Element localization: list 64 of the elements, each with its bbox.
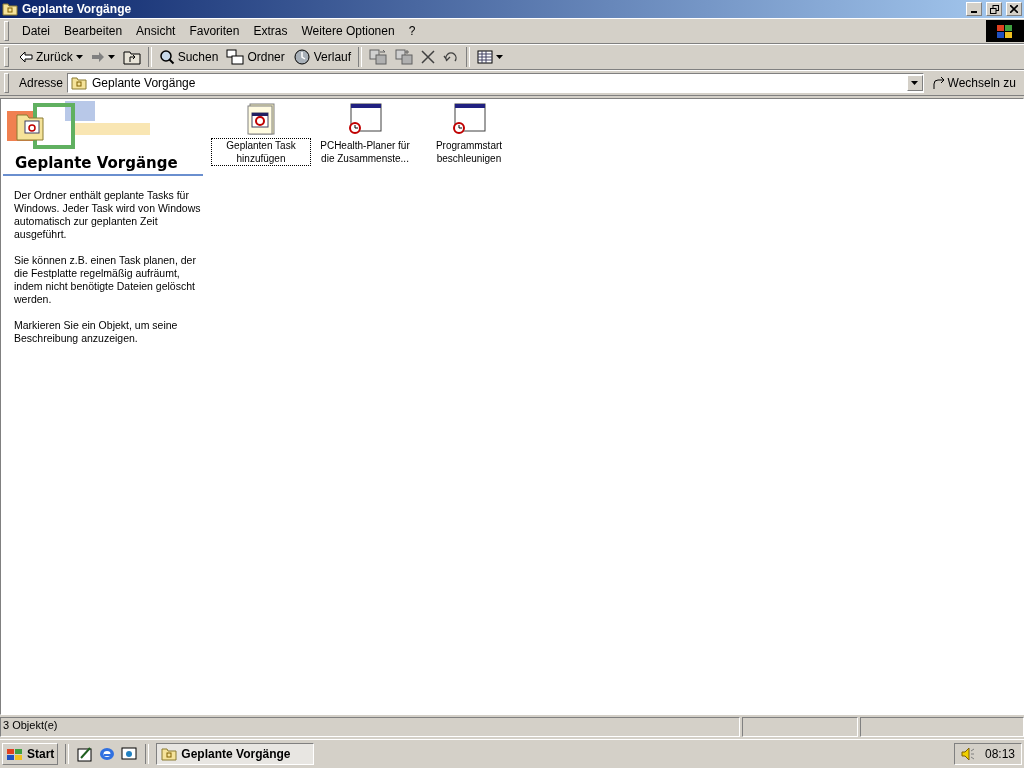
add-task-icon (247, 103, 275, 135)
file-label[interactable]: PCHealth-Planer für die Zusammenste... (315, 138, 415, 166)
menu-item[interactable]: Favoriten (182, 22, 247, 40)
status-text: 3 Objekt(e) (0, 717, 740, 737)
caret-icon (75, 55, 83, 59)
copy-to-icon (395, 49, 414, 65)
windows-logo (986, 20, 1024, 42)
globe-clock-icon (292, 49, 311, 65)
caret-icon (107, 55, 115, 59)
go-button[interactable]: Wechseln zu (923, 76, 1024, 90)
folder-up-icon (122, 49, 141, 65)
menu-item[interactable]: Bearbeiten (57, 22, 130, 40)
desktop-icon (77, 746, 94, 762)
window-folder-icon (2, 2, 18, 16)
search-button[interactable]: Suchen (154, 47, 223, 67)
taskbar-window-button[interactable]: Geplante Vorgänge (156, 743, 315, 765)
folders-icon (226, 49, 245, 65)
menu-item[interactable]: Ansicht (129, 22, 183, 40)
file-label[interactable]: Geplanten Task hinzufügen (211, 138, 311, 166)
windows-flag-icon (6, 747, 24, 761)
move-to-icon (369, 49, 388, 65)
menu-item[interactable]: ? (401, 22, 423, 40)
folder-icon (71, 76, 88, 90)
forward-arrow-icon (90, 51, 105, 63)
speaker-icon[interactable] (960, 747, 975, 761)
address-label: Adresse (18, 76, 65, 90)
close-icon (1010, 5, 1018, 13)
back-button[interactable]: Zurück (15, 48, 87, 66)
menu-item[interactable]: Datei (15, 22, 57, 40)
caret-icon (496, 55, 504, 59)
channels-icon (121, 746, 138, 762)
minimize-button[interactable] (966, 2, 982, 16)
folder-icon (161, 747, 178, 761)
quick-launch-button[interactable] (76, 745, 95, 763)
pane-title: Geplante Vorgänge (15, 154, 178, 172)
clock: 08:13 (984, 747, 1015, 761)
restore-button[interactable] (986, 2, 1002, 16)
menu-item[interactable]: Extras (246, 22, 295, 40)
menu-item[interactable]: Weitere Optionen (294, 22, 402, 40)
window-clock-icon (452, 103, 486, 135)
start-button[interactable]: Start (2, 743, 59, 765)
folders-button[interactable]: Ordner (222, 47, 289, 67)
views-grid-icon (477, 50, 494, 64)
quick-launch-button[interactable] (120, 745, 139, 763)
window-clock-icon (348, 103, 382, 135)
quick-launch-button[interactable] (98, 745, 117, 763)
undo-icon (443, 51, 460, 63)
search-icon (158, 49, 175, 65)
restore-icon (989, 4, 999, 14)
description-text: Markieren Sie ein Objekt, um seine Beschreibung anzuzeigen. (14, 319, 179, 345)
go-arrow-icon (931, 76, 946, 90)
address-value: Geplante Vorgänge (92, 76, 196, 90)
back-arrow-icon (19, 51, 33, 63)
description-text: Sie können z.B. einen Task planen, der die Festplatte regelmäßig aufräumt, indem nicht benötigte Dateien gelöscht werden. (14, 254, 197, 306)
caret-icon (911, 81, 918, 85)
browser-e-icon (99, 746, 116, 762)
history-button[interactable]: Verlauf (288, 47, 356, 67)
delete-icon (421, 50, 436, 64)
address-field[interactable]: Geplante Vorgänge (67, 73, 924, 93)
close-button[interactable] (1006, 2, 1022, 16)
dropdown-button[interactable] (906, 75, 923, 91)
window-title: Geplante Vorgänge (22, 2, 133, 16)
file-label[interactable]: Programmstart beschleunigen (419, 138, 519, 166)
description-text: Der Ordner enthält geplante Tasks für Windows. Jeder Task wird von Windows automatisch zur geplanten Zeit ausgeführt. (14, 189, 202, 241)
